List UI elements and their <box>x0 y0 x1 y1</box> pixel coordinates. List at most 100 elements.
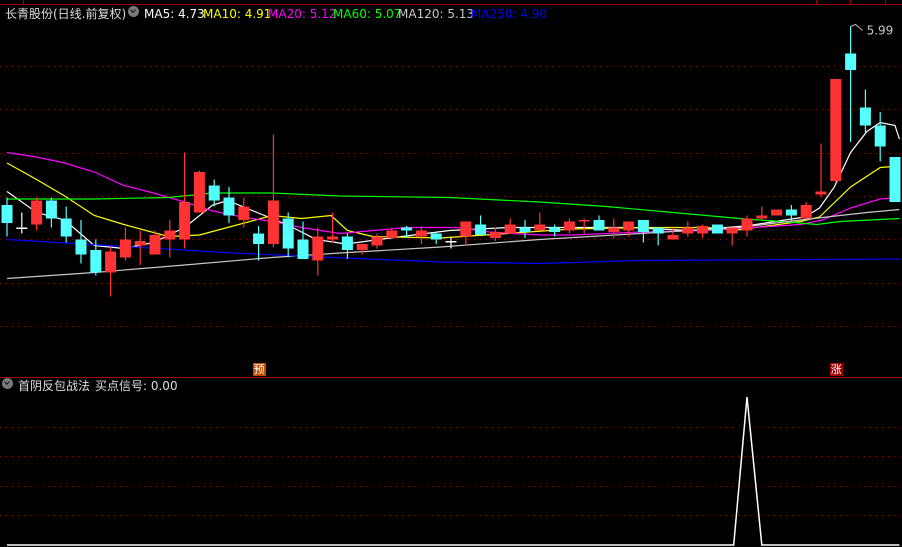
candle-body <box>504 224 516 234</box>
candle-body <box>401 227 413 231</box>
candle-body <box>785 209 797 216</box>
candle <box>637 220 649 243</box>
candle <box>756 206 768 220</box>
candle <box>682 221 694 237</box>
candle <box>741 215 753 237</box>
candle-body <box>60 218 72 237</box>
candle <box>859 89 871 133</box>
candle <box>312 227 324 276</box>
candle-body <box>859 107 871 126</box>
ma60-label: MA60: 5.07 <box>333 7 402 21</box>
signal-line <box>7 396 900 546</box>
candle <box>460 221 472 246</box>
candle-body <box>726 227 738 234</box>
candle <box>430 232 442 244</box>
candle <box>208 179 220 207</box>
gridlines <box>0 66 902 516</box>
candle-body <box>460 221 472 237</box>
candle-body <box>297 239 309 259</box>
candle-body <box>475 224 487 235</box>
candle-body <box>637 220 649 232</box>
candle-body <box>327 236 339 240</box>
candle-body <box>549 227 561 232</box>
candle <box>800 202 812 219</box>
candle-body <box>90 250 102 273</box>
candle <box>845 26 857 142</box>
candle <box>563 218 575 234</box>
candle <box>830 79 842 183</box>
candle-body <box>830 79 842 181</box>
candle-body <box>105 251 117 273</box>
rise-marker[interactable]: 涨 <box>829 363 843 376</box>
candle-body <box>179 202 191 240</box>
chevron-down-icon[interactable] <box>2 378 13 389</box>
ma-lines <box>6 121 900 280</box>
candle <box>1 197 13 237</box>
candle-body <box>697 226 709 234</box>
stock-title: 长青股份(日线.前复权) <box>5 7 127 21</box>
candle <box>356 244 368 255</box>
candle-body <box>489 232 501 238</box>
candle <box>105 247 117 297</box>
ma5-label: MA5: 4.73 <box>144 7 205 21</box>
candle-body <box>119 239 131 258</box>
candle <box>475 215 487 235</box>
candle-body <box>667 235 679 240</box>
max-price-label: 5.99 <box>867 24 894 38</box>
candle <box>534 212 546 231</box>
candle <box>282 212 294 258</box>
candle <box>164 220 176 258</box>
candle-body <box>267 200 279 244</box>
candle <box>578 218 590 234</box>
candle <box>771 209 783 216</box>
candle <box>119 227 131 261</box>
candle <box>16 212 28 234</box>
candle <box>519 220 531 238</box>
ma120-label: MA120: 5.13 <box>398 7 475 21</box>
candle-body <box>771 209 783 216</box>
kline-chart[interactable]: 5.99 <box>0 0 902 547</box>
candle-body <box>534 224 546 231</box>
candle-body <box>445 241 457 243</box>
candle-body <box>889 157 901 202</box>
candle-body <box>341 236 353 250</box>
candle-body <box>164 230 176 240</box>
candle <box>593 215 605 231</box>
max-price-annotation: 5.99 <box>850 24 894 38</box>
candle-body <box>371 236 383 246</box>
candle-body <box>282 218 294 249</box>
candle-body <box>75 239 87 255</box>
candle <box>238 197 250 228</box>
candle <box>726 227 738 246</box>
candle-body <box>682 227 694 234</box>
candle <box>697 224 709 238</box>
candle <box>267 134 279 247</box>
indicator-header: 首阴反包战法 买点信号: 0.00 <box>0 378 400 394</box>
candle-body <box>430 233 442 240</box>
candle-body <box>223 197 235 216</box>
candle-body <box>563 221 575 231</box>
chevron-down-icon[interactable] <box>128 6 139 17</box>
candle-body <box>193 172 205 213</box>
candle-body <box>800 205 812 219</box>
candle-body <box>45 200 57 219</box>
candle <box>489 227 501 241</box>
candle <box>415 226 427 244</box>
ma250-label: MA250: 4.90 <box>471 7 548 21</box>
candle-body <box>756 215 768 219</box>
forecast-marker[interactable]: 预 <box>252 363 266 376</box>
candle-body <box>815 191 827 195</box>
candle-body <box>741 218 753 231</box>
candle-body <box>578 220 590 222</box>
candle-body <box>623 221 635 231</box>
candle <box>652 227 664 246</box>
candle-body <box>519 227 531 232</box>
candle-body <box>652 227 664 234</box>
candle-body <box>253 233 265 244</box>
buy-signal-line <box>7 396 900 546</box>
candle <box>341 233 353 259</box>
candle <box>711 224 723 234</box>
candle-body <box>415 230 427 237</box>
candle <box>327 212 339 243</box>
candle <box>31 197 43 231</box>
